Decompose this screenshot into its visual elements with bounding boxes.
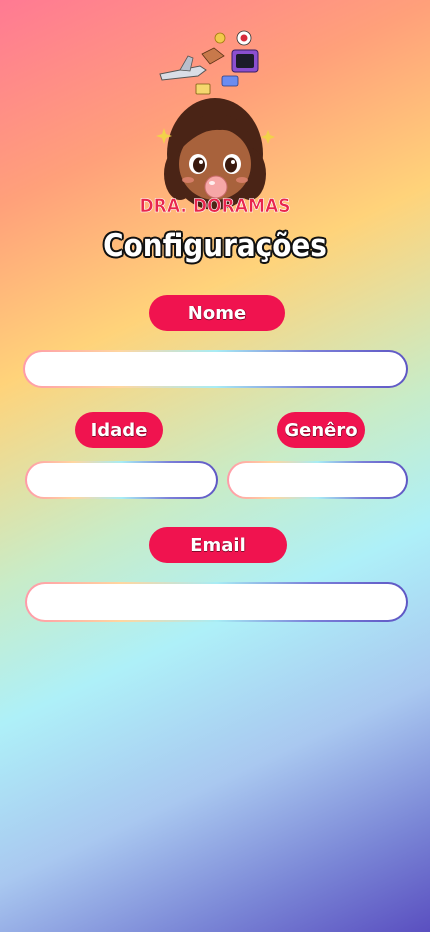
coin-icon xyxy=(214,32,226,44)
gender-label: Genêro xyxy=(277,412,365,448)
dish-icon xyxy=(201,47,225,65)
name-label: Nome xyxy=(149,295,285,331)
age-field-wrapper xyxy=(25,461,218,499)
ticket-icon xyxy=(221,75,239,87)
gender-field-wrapper xyxy=(227,461,408,499)
airplane-icon xyxy=(159,55,207,81)
sparkle-icon xyxy=(261,130,275,144)
book-icon xyxy=(195,83,211,95)
name-input[interactable] xyxy=(25,352,406,386)
dra-doramas-logo: DRA. DORAMAS xyxy=(140,30,290,217)
logo-text: DRA. DORAMAS xyxy=(140,195,290,217)
email-input[interactable] xyxy=(27,584,406,620)
email-label: Email xyxy=(149,527,287,563)
page-title: Configurações xyxy=(103,228,327,264)
age-input[interactable] xyxy=(27,463,216,497)
gender-input[interactable] xyxy=(229,463,406,497)
age-label: Idade xyxy=(75,412,163,448)
korea-flag-icon xyxy=(236,30,252,46)
tv-icon xyxy=(231,49,259,73)
name-field-wrapper xyxy=(23,350,408,388)
email-field-wrapper xyxy=(25,582,408,622)
